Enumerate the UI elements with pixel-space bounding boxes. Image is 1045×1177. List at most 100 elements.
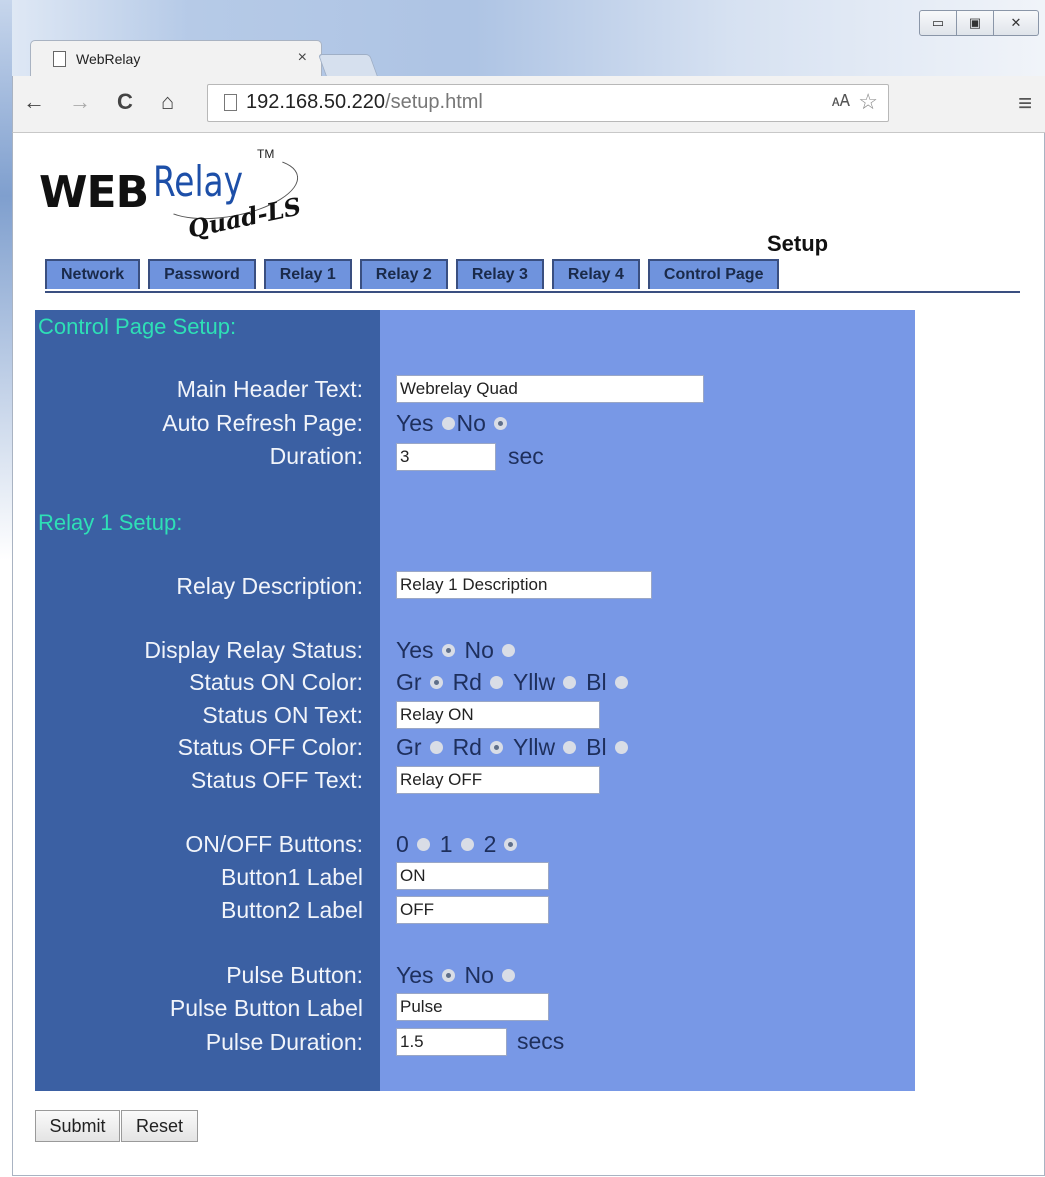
buttons-0-radio[interactable] <box>416 838 430 851</box>
button2-input[interactable]: OFF <box>396 896 549 924</box>
off-color-yllw-radio[interactable] <box>563 741 577 754</box>
pulse-yes-radio[interactable] <box>441 969 455 982</box>
tab-control-page[interactable]: Control Page <box>647 259 780 289</box>
logo-tm: TM <box>257 147 275 161</box>
pulse-no-label: No <box>464 962 494 988</box>
page-title: Setup <box>767 231 829 256</box>
off-color-radios: Gr Rd Yllw Bl <box>396 734 638 761</box>
tab-relay-2[interactable]: Relay 2 <box>359 259 448 289</box>
star-icon[interactable]: ☆ <box>858 89 878 115</box>
on-color-radios: Gr Rd Yllw Bl <box>396 669 638 696</box>
reset-button[interactable]: Reset <box>121 1110 198 1142</box>
auto-refresh-yes-radio[interactable] <box>441 417 455 430</box>
relay-description-input[interactable]: Relay 1 Description <box>396 571 652 599</box>
off-color-gr-radio[interactable] <box>429 741 443 754</box>
tab-relay-1[interactable]: Relay 1 <box>263 259 352 289</box>
minimize-icon[interactable]: ▭ <box>919 10 957 36</box>
off-color-rd-label: Rd <box>452 734 482 760</box>
logo-web: WEB <box>39 167 149 218</box>
auto-refresh-no-label: No <box>456 410 486 436</box>
logo-relay: Relay <box>153 157 244 206</box>
webrelay-logo: WEB Relay TM Quad-LS <box>39 145 339 255</box>
tab-network[interactable]: Network <box>45 259 141 289</box>
buttons-1-radio[interactable] <box>460 838 474 851</box>
main-header-input[interactable]: Webrelay Quad <box>396 375 704 403</box>
on-color-rd-radio[interactable] <box>489 676 503 689</box>
display-status-yes-label: Yes <box>396 637 434 663</box>
duration-input[interactable]: 3 <box>396 443 496 471</box>
display-status-radios: Yes No <box>396 637 525 664</box>
close-icon[interactable]: ✕ <box>994 10 1039 36</box>
setup-form: Control Page Setup: Main Header Text: We… <box>35 310 915 1091</box>
relay-description-label: Relay Description: <box>176 573 363 599</box>
pulse-no-radio[interactable] <box>501 969 515 982</box>
window-controls: ▭ ▣ ✕ <box>919 10 1039 36</box>
off-color-label: Status OFF Color: <box>177 734 363 760</box>
browser-chrome: ▭ ▣ ✕ WebRelay × ← → C ⌂ 192.168.50.220/… <box>0 0 1045 135</box>
new-tab-button[interactable] <box>317 54 379 77</box>
buttons-1-label: 1 <box>439 831 453 857</box>
submit-button[interactable]: Submit <box>35 1110 120 1142</box>
on-color-bl-radio[interactable] <box>614 676 628 689</box>
off-color-yllw-label: Yllw <box>512 734 556 760</box>
display-status-yes-radio[interactable] <box>441 644 455 657</box>
button1-input[interactable]: ON <box>396 862 549 890</box>
maximize-icon[interactable]: ▣ <box>957 10 994 36</box>
auto-refresh-radios: Yes No <box>396 410 517 437</box>
on-text-label: Status ON Text: <box>202 702 363 728</box>
pulse-yes-label: Yes <box>396 962 434 988</box>
pulse-button-label-text: Pulse Button Label <box>169 995 363 1021</box>
desktop-background <box>0 0 12 560</box>
onoff-buttons-label: ON/OFF Buttons: <box>185 831 363 857</box>
pulse-duration-input[interactable]: 1.5 <box>396 1028 507 1056</box>
main-header-label: Main Header Text: <box>176 376 363 402</box>
button2-label: Button2 Label <box>221 897 363 923</box>
auto-refresh-label: Auto Refresh Page: <box>162 410 363 436</box>
pulse-duration-unit: secs <box>517 1028 565 1054</box>
forward-icon[interactable]: → <box>69 88 91 116</box>
on-color-yllw-label: Yllw <box>512 669 556 695</box>
reload-icon[interactable]: C <box>117 88 133 116</box>
buttons-2-radio[interactable] <box>504 838 518 851</box>
pulse-button-label-input[interactable]: Pulse <box>396 993 549 1021</box>
home-icon[interactable]: ⌂ <box>161 88 174 116</box>
auto-refresh-no-radio[interactable] <box>493 417 507 430</box>
page-content: WEB Relay TM Quad-LS Setup Network Passw… <box>12 133 1045 1176</box>
menu-icon[interactable]: ≡ <box>1018 90 1032 118</box>
off-color-rd-radio[interactable] <box>489 741 503 754</box>
tab-relay-3[interactable]: Relay 3 <box>455 259 544 289</box>
off-color-gr-label: Gr <box>396 734 422 760</box>
on-color-yllw-radio[interactable] <box>563 676 577 689</box>
url-path: /setup.html <box>385 91 483 113</box>
on-color-bl-label: Bl <box>586 669 607 695</box>
tab-password[interactable]: Password <box>148 259 256 289</box>
on-text-input[interactable]: Relay ON <box>396 701 600 729</box>
buttons-2-label: 2 <box>483 831 497 857</box>
off-color-bl-radio[interactable] <box>614 741 628 754</box>
off-text-input[interactable]: Relay OFF <box>396 766 600 794</box>
display-status-no-radio[interactable] <box>501 644 515 657</box>
auto-refresh-yes-label: Yes <box>396 410 434 436</box>
browser-toolbar: ← → C ⌂ 192.168.50.220/setup.html 🗚 ☆ ≡ <box>12 76 1045 133</box>
url-host: 192.168.50.220 <box>246 91 386 113</box>
page-icon <box>53 51 66 67</box>
off-text-label: Status OFF Text: <box>190 767 363 793</box>
back-icon[interactable]: ← <box>23 88 45 116</box>
duration-label: Duration: <box>269 443 363 469</box>
tab-title: WebRelay <box>76 51 141 67</box>
address-bar[interactable]: 192.168.50.220/setup.html 🗚 ☆ <box>207 84 889 122</box>
pulse-button-radios: Yes No <box>396 962 525 989</box>
on-color-rd-label: Rd <box>452 669 482 695</box>
buttons-0-label: 0 <box>396 831 409 857</box>
translate-icon[interactable]: 🗚 <box>832 93 850 111</box>
on-color-gr-radio[interactable] <box>429 676 443 689</box>
button1-label: Button1 Label <box>221 864 363 890</box>
tab-relay-4[interactable]: Relay 4 <box>551 259 640 289</box>
control-page-section-title: Control Page Setup: <box>38 314 237 339</box>
browser-tab[interactable]: WebRelay × <box>30 40 322 77</box>
pulse-button-label: Pulse Button: <box>226 962 363 988</box>
off-color-bl-label: Bl <box>586 734 607 760</box>
display-status-label: Display Relay Status: <box>144 637 363 663</box>
tab-close-icon[interactable]: × <box>298 49 307 67</box>
tabs-divider <box>45 291 1020 293</box>
